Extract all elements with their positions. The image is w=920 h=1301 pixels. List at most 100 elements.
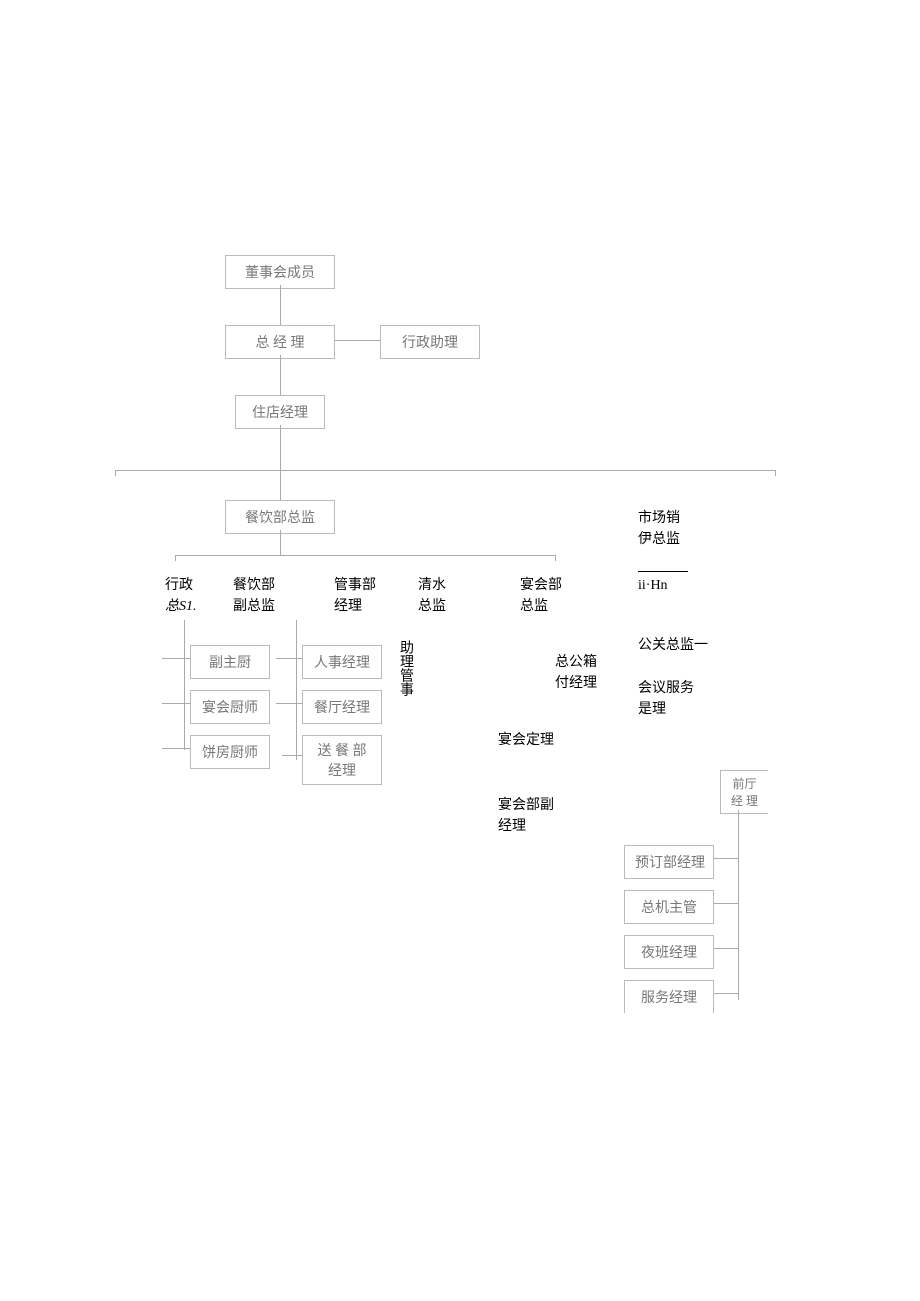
lbl-banquet-dir: 宴会部 总监 [520, 575, 562, 617]
t: 付经理 [555, 676, 597, 691]
conn [168, 748, 190, 749]
t: 公关总监一 [638, 638, 708, 653]
node-pastry-chef: 饼房厨师 [190, 735, 270, 769]
node-gm: 总 经 理 [225, 325, 335, 359]
lbl-iihn: ii·Hn [638, 575, 668, 596]
conn [168, 658, 190, 659]
t: 副总监 [233, 599, 275, 614]
node-assistant: 行政助理 [380, 325, 480, 359]
t: 行政 [165, 578, 193, 593]
node-hr-mgr: 人事经理 [302, 645, 382, 679]
t: 服务经理 [641, 991, 697, 1006]
tick [775, 470, 776, 476]
t: 宴会部 [520, 578, 562, 593]
t: 总公箱 [555, 655, 597, 670]
node-reservation-mgr: 预订部经理 [624, 845, 714, 879]
conn [282, 658, 302, 659]
t: 清水 [418, 578, 446, 593]
t: 总S1. [165, 599, 197, 614]
conn [184, 620, 185, 750]
conn [282, 755, 302, 756]
tick [162, 658, 168, 659]
t: ii·Hn [638, 578, 668, 593]
conn [296, 620, 297, 760]
tick [175, 555, 176, 561]
t: 市场销 [638, 511, 680, 526]
t: 餐厅经理 [314, 701, 370, 716]
lbl-pr-dir: 公关总监一 [638, 635, 708, 656]
t: 送 餐 部 [318, 744, 367, 759]
lbl-steward-mgr: 管事部 经理 [334, 575, 376, 617]
t: 宴会部副 [498, 798, 554, 813]
t: 是理 [638, 702, 666, 717]
tick [276, 703, 282, 704]
t: 预订部经理 [635, 856, 705, 871]
tick [555, 555, 556, 561]
conn [738, 810, 739, 1000]
conn [280, 355, 281, 395]
lbl-banquet-res: 宴会定理 [498, 730, 554, 751]
t: 经理 [498, 819, 526, 834]
rule [638, 571, 688, 572]
lbl-banquet-deputy: 宴会部副 经理 [498, 795, 554, 837]
conn [714, 948, 738, 949]
conn [280, 425, 281, 470]
node-sous-chef: 副主厨 [190, 645, 270, 679]
fb-dir-text: 餐饮部总监 [245, 511, 315, 526]
lbl-asst-steward: 助理管事 [395, 640, 416, 696]
lbl-switchboard: 总公箱 付经理 [555, 652, 597, 694]
t: 总监 [520, 599, 548, 614]
board-text: 董事会成员 [245, 266, 315, 281]
conn [175, 555, 555, 556]
node-fb-director: 餐饮部总监 [225, 500, 335, 534]
conn [168, 703, 190, 704]
t: 夜班经理 [641, 946, 697, 961]
tick [162, 703, 168, 704]
t: 餐饮部 [233, 578, 275, 593]
tick [115, 470, 116, 476]
t: 宴会定理 [498, 733, 554, 748]
t: 会议服务 [638, 681, 694, 696]
lbl-fb-deputy: 餐饮部 副总监 [233, 575, 275, 617]
conn [714, 903, 738, 904]
node-service-mgr: 服务经理 [624, 980, 714, 1013]
t: 饼房厨师 [202, 746, 258, 761]
conn [280, 285, 281, 325]
assistant-text: 行政助理 [402, 336, 458, 351]
conn [115, 470, 775, 471]
t: 人事经理 [314, 656, 370, 671]
gm-text: 总 经 理 [256, 336, 305, 351]
t: 伊总监 [638, 532, 680, 547]
conn [714, 993, 738, 994]
node-roomservice-mgr: 送 餐 部 经理 [302, 735, 382, 785]
lbl-market-dir: 市场销 伊总监 [638, 508, 680, 550]
conn [280, 530, 281, 555]
node-banquet-chef: 宴会厨师 [190, 690, 270, 724]
t: 经理 [334, 599, 362, 614]
conn [714, 858, 738, 859]
t: 宴会厨师 [202, 701, 258, 716]
node-operator-sup: 总机主管 [624, 890, 714, 924]
resident-text: 住店经理 [252, 406, 308, 421]
t: 管事部 [334, 578, 376, 593]
node-board: 董事会成员 [225, 255, 335, 289]
lbl-meeting-svc: 会议服务 是理 [638, 678, 694, 720]
t: 经理 [328, 764, 356, 779]
t: 经 理 [731, 794, 758, 808]
conn [282, 703, 302, 704]
t: 总监 [418, 599, 446, 614]
conn [335, 340, 380, 341]
t: 总机主管 [641, 901, 697, 916]
node-rest-mgr: 餐厅经理 [302, 690, 382, 724]
lbl-clean-dir: 清水 总监 [418, 575, 446, 617]
conn [280, 470, 281, 500]
t: 前厅 [732, 777, 756, 791]
tick [276, 658, 282, 659]
t: 助理管事 [398, 640, 413, 696]
node-resident: 住店经理 [235, 395, 325, 429]
node-front-mgr: 前厅 经 理 [720, 770, 768, 814]
tick [162, 748, 168, 749]
t: 副主厨 [209, 656, 251, 671]
node-night-mgr: 夜班经理 [624, 935, 714, 969]
lbl-exec-chef: 行政 总S1. [165, 575, 197, 617]
